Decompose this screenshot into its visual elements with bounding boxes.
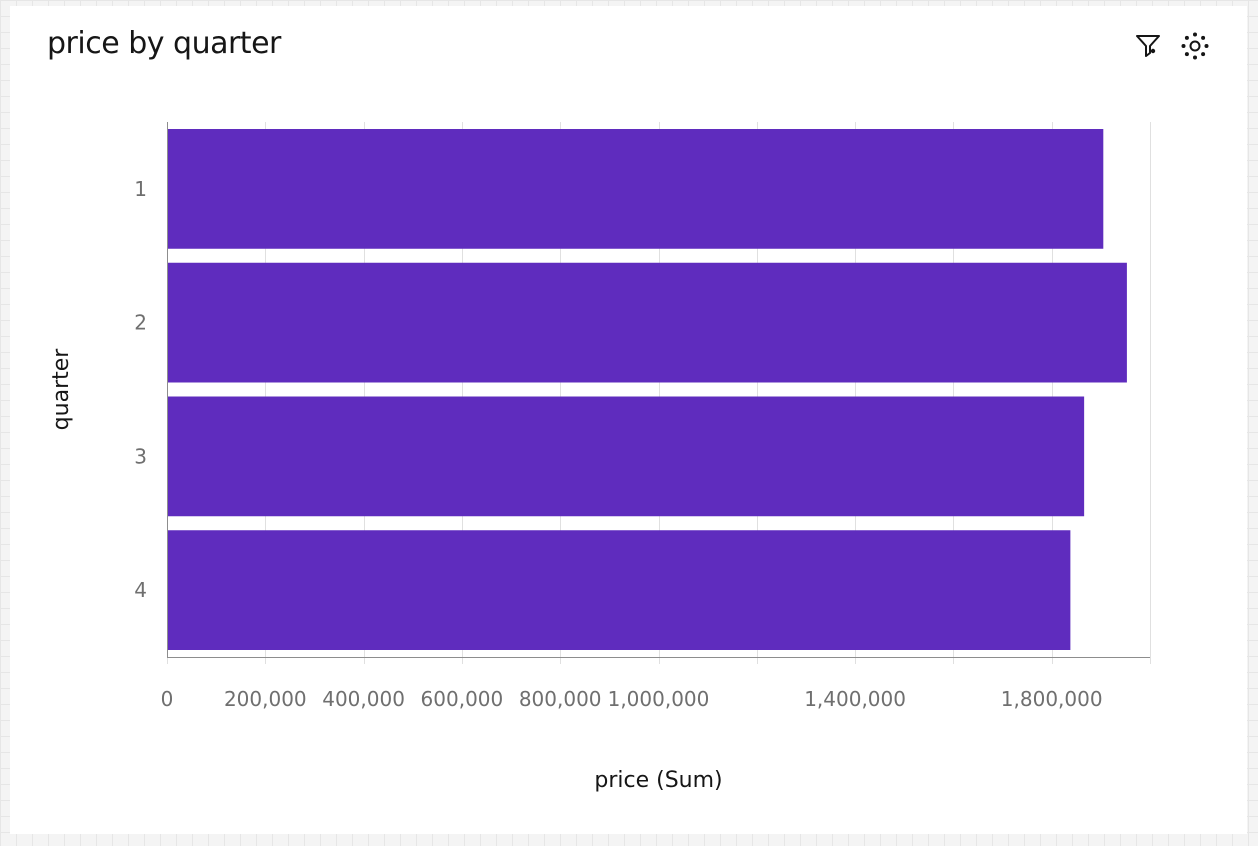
y-axis-title: quarter <box>49 348 74 431</box>
y-tick-label: 4 <box>134 578 147 602</box>
chart-card: price by quarter 1234 0 200,000 400,000 600… <box>10 6 1247 834</box>
x-tick-label: 600,000 <box>421 687 504 711</box>
y-tick-labels: 1 2 3 4 <box>134 177 147 602</box>
x-tick-label: 200,000 <box>224 687 307 711</box>
y-tick-label: 1 <box>134 177 147 201</box>
bar[interactable] <box>167 262 1127 383</box>
x-tick-label: 1,400,000 <box>804 687 906 711</box>
bar[interactable] <box>167 129 1104 249</box>
x-tick-label: 1,800,000 <box>1001 687 1103 711</box>
x-tick-label: 800,000 <box>519 687 602 711</box>
bar[interactable] <box>167 530 1071 650</box>
y-tick-label: 2 <box>134 311 147 335</box>
bar[interactable] <box>167 396 1085 517</box>
x-tick-label: 400,000 <box>322 687 405 711</box>
x-tick-label: 0 <box>161 687 174 711</box>
bars <box>167 129 1127 650</box>
x-tick-label: 1,000,000 <box>608 687 710 711</box>
x-tick-labels: 0 200,000 400,000 600,000 800,000 1,000,000 1,… <box>161 687 1103 711</box>
bar-chart: 1 2 3 4 0 200,000 400,000 600,000 800,000 1,000,… <box>49 122 1151 793</box>
y-tick-label: 3 <box>134 444 147 468</box>
x-axis-title: price (Sum) <box>594 768 722 793</box>
